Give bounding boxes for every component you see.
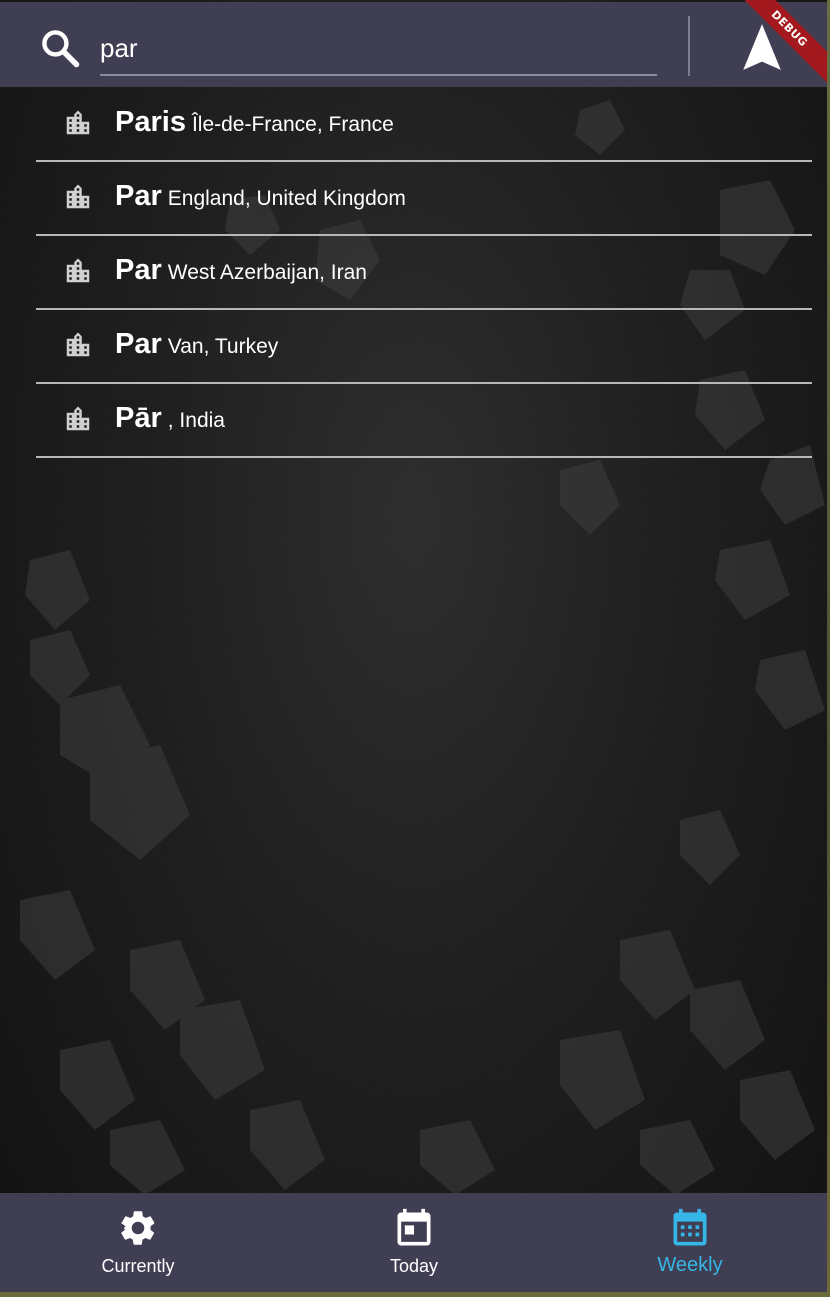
search-input[interactable] xyxy=(100,22,657,76)
search-icon[interactable] xyxy=(38,26,82,70)
result-region: , India xyxy=(167,409,225,432)
calendar-today-icon xyxy=(397,1208,431,1246)
result-city-name: Pār, India xyxy=(115,402,225,435)
calendar-week-icon xyxy=(673,1208,707,1246)
toolbar-divider xyxy=(688,16,690,76)
result-name: Par xyxy=(115,254,162,286)
search-result-item[interactable]: Par England, United Kingdom xyxy=(36,162,812,236)
result-region: Van, Turkey xyxy=(167,335,279,358)
result-name: Paris xyxy=(115,106,186,138)
tab-label: Currently xyxy=(101,1256,175,1276)
result-city-name: Par England, United Kingdom xyxy=(115,180,406,213)
search-result-item[interactable]: Par West Azerbaijan, Iran xyxy=(36,236,812,310)
search-results-list: Paris Île-de-France, France Par England, U… xyxy=(36,88,812,458)
result-region: Île-de-France, France xyxy=(191,113,394,136)
search-result-item[interactable]: Pār, India xyxy=(36,384,812,458)
result-city-name: Par Van, Turkey xyxy=(115,328,278,361)
result-name: Par xyxy=(115,180,162,212)
search-result-item[interactable]: Par Van, Turkey xyxy=(36,310,812,384)
city-icon xyxy=(66,258,90,283)
result-region: West Azerbaijan, Iran xyxy=(167,261,367,284)
tab-currently[interactable]: Currently xyxy=(0,1193,276,1292)
search-app-bar: DEBUG xyxy=(0,0,827,87)
result-name: Pār xyxy=(115,402,162,434)
result-city-name: Paris Île-de-France, France xyxy=(115,106,394,139)
result-name: Par xyxy=(115,328,162,360)
tab-today[interactable]: Today xyxy=(276,1193,552,1292)
bottom-navigation-bar: Currently Today Weekly xyxy=(0,1193,827,1292)
result-city-name: Par West Azerbaijan, Iran xyxy=(115,254,367,287)
city-icon xyxy=(66,332,90,357)
result-region: England, United Kingdom xyxy=(167,187,406,210)
tab-weekly[interactable]: Weekly xyxy=(552,1193,827,1292)
app-screen: DEBUG ParisÎle-de-France, France ParEngl… xyxy=(0,0,827,1292)
gear-icon xyxy=(121,1211,155,1245)
city-icon xyxy=(66,110,90,135)
tab-label: Weekly xyxy=(657,1254,723,1276)
search-result-item[interactable]: Paris Île-de-France, France xyxy=(36,88,812,162)
tab-label: Today xyxy=(389,1256,439,1276)
city-icon xyxy=(66,184,90,209)
city-icon xyxy=(66,406,90,431)
